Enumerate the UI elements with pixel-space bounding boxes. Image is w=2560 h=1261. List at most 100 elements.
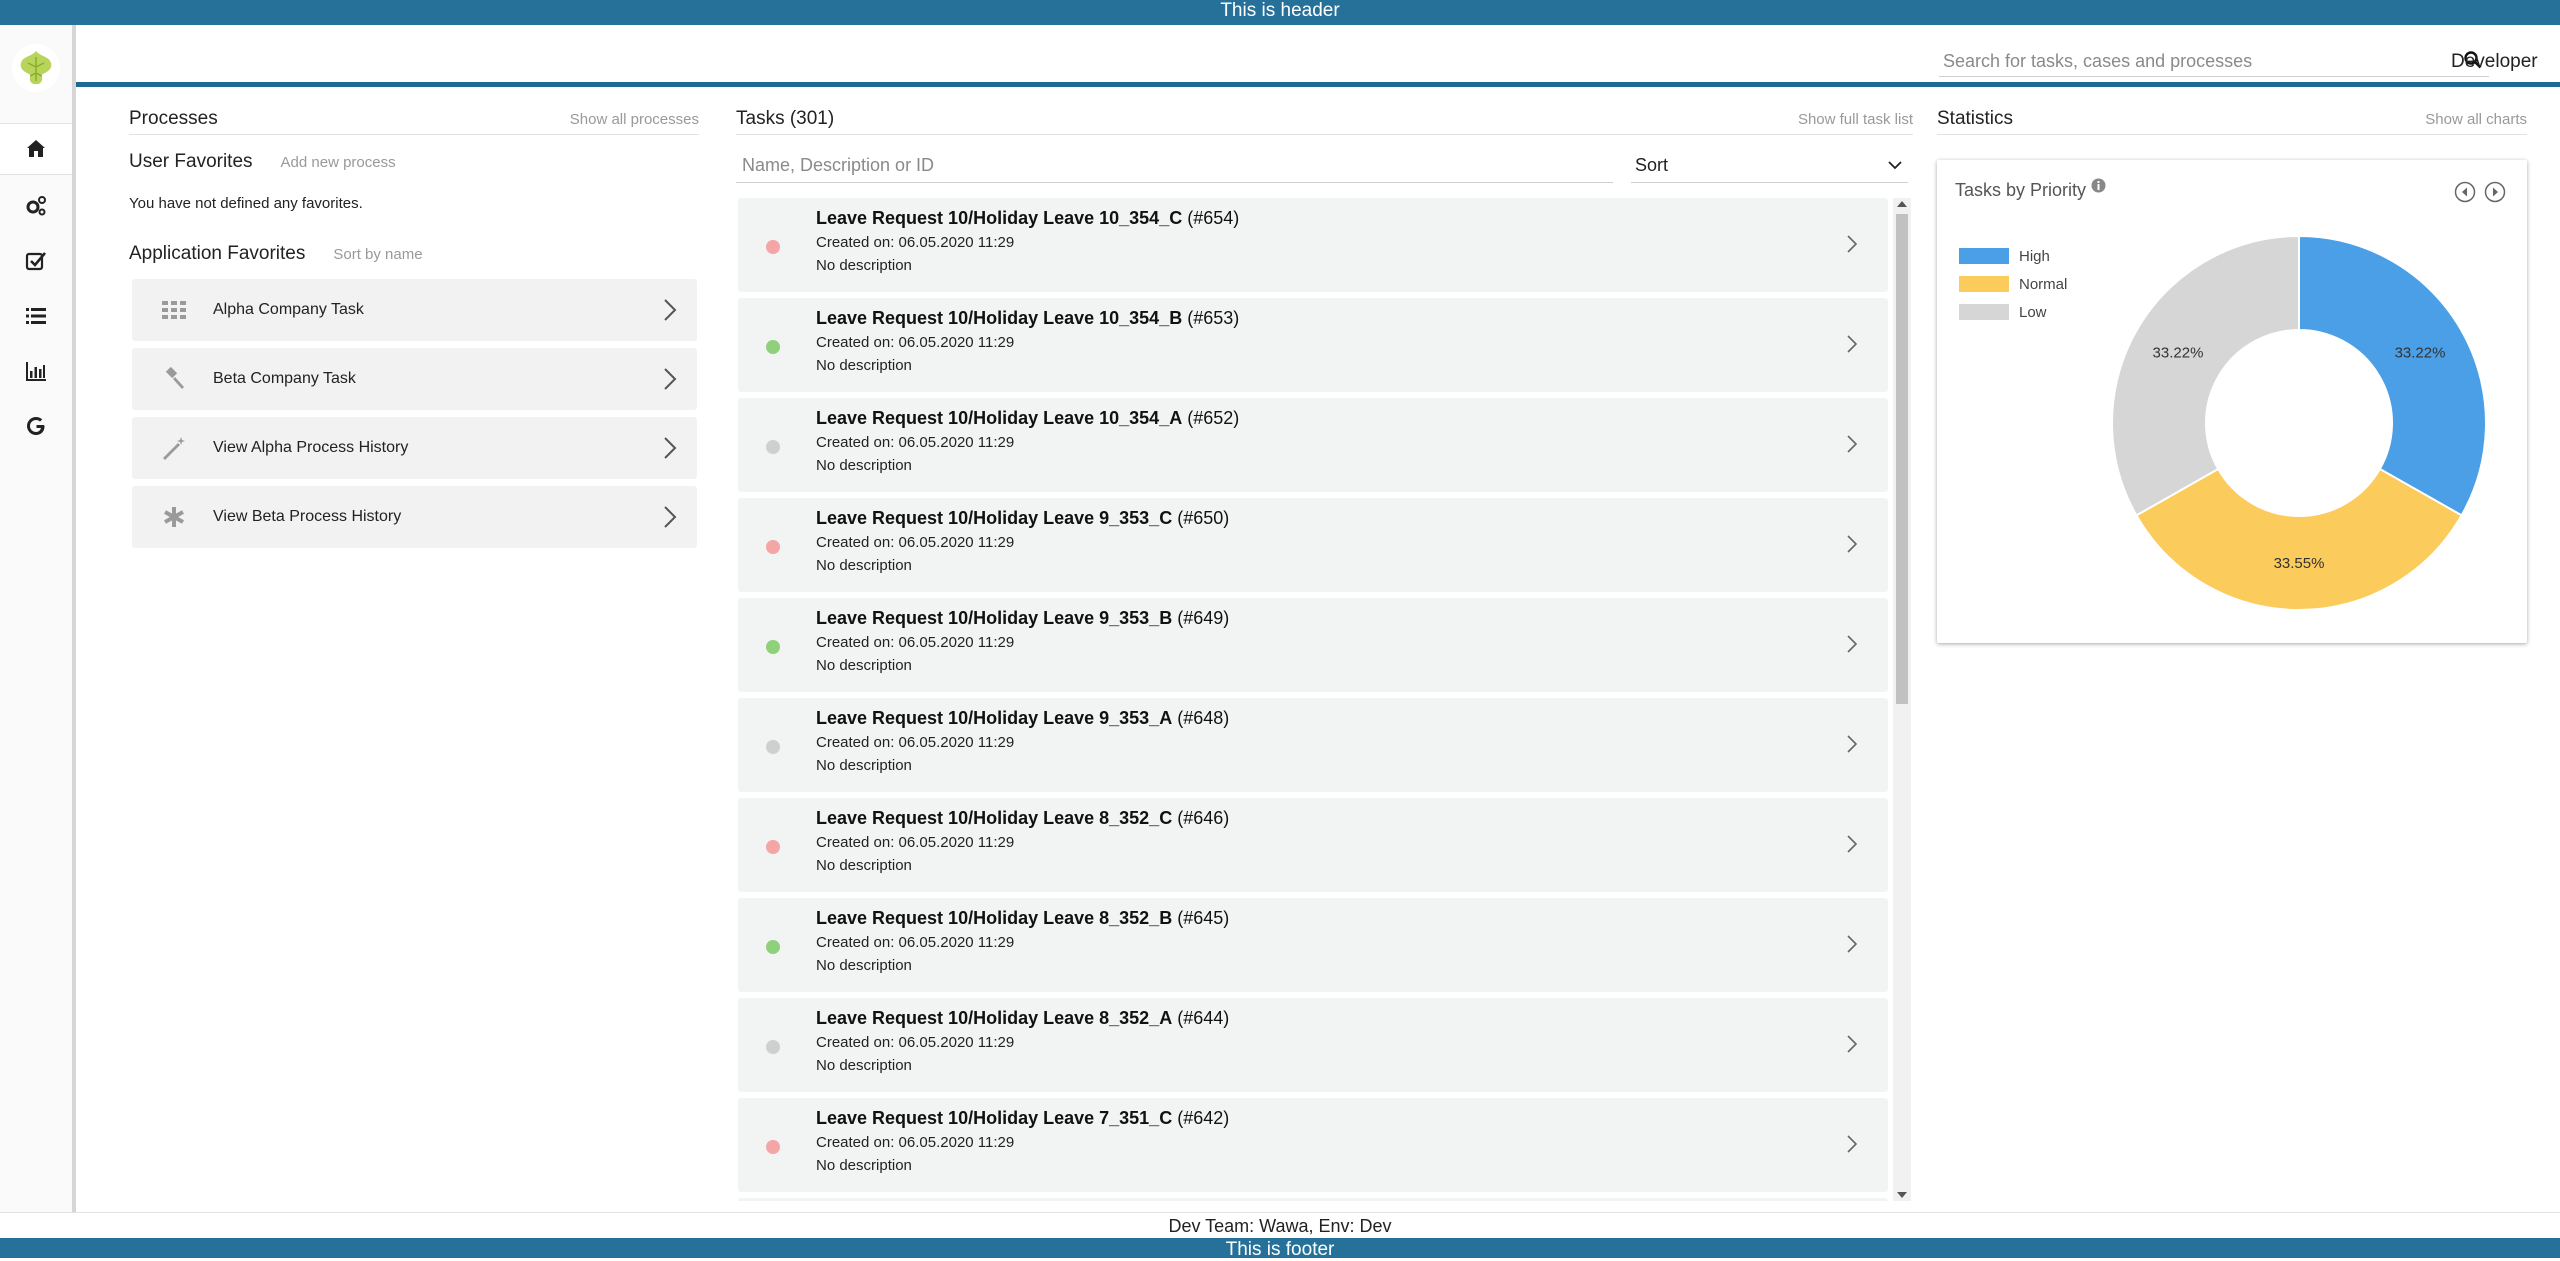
task-description: No description (816, 457, 912, 474)
chevron-right-icon (664, 368, 677, 390)
tasks-header: Tasks (301) Show full task list (736, 108, 1913, 135)
show-full-task-list-link[interactable]: Show full task list (1798, 111, 1913, 128)
task-description: No description (816, 1157, 912, 1174)
search-input[interactable] (1939, 47, 2429, 75)
no-favorites-message: You have not defined any favorites. (129, 195, 363, 212)
sort-by-name-link[interactable]: Sort by name (333, 246, 422, 263)
task-item[interactable]: Leave Request 10/Holiday Leave 8_352_C (… (738, 798, 1888, 892)
task-item[interactable]: Leave Request 10/Holiday Leave 10_354_A … (738, 398, 1888, 492)
task-id: (#650) (1177, 508, 1230, 528)
legend-swatch (1959, 276, 2009, 292)
task-item[interactable]: Leave Request 10/Holiday Leave 10_354_C … (738, 198, 1888, 292)
scroll-down-arrow[interactable] (1897, 1192, 1907, 1198)
task-item[interactable]: Leave Request 10/Holiday Leave 9_353_A (… (738, 698, 1888, 792)
task-name: Leave Request 10/Holiday Leave 7_351_C (816, 1108, 1173, 1128)
processes-panel: Processes Show all processes User Favori… (129, 108, 699, 548)
task-created-date: Created on: 06.05.2020 11:29 (816, 634, 1015, 651)
add-new-process-link[interactable]: Add new process (281, 154, 396, 171)
app-favorite-item[interactable]: View Beta Process History (132, 486, 697, 548)
slice-value-label: 33.55% (2274, 555, 2325, 572)
home-icon (27, 140, 45, 157)
task-name: Leave Request 10/Holiday Leave 10_354_B (816, 308, 1183, 328)
slice-value-label: 33.22% (2153, 345, 2204, 362)
user-menu[interactable]: Developer (2451, 51, 2538, 73)
donut-slice[interactable] (2111, 234, 2300, 517)
legend-item[interactable]: High (1959, 242, 2067, 270)
priority-indicator (766, 1140, 780, 1154)
task-item[interactable]: Leave Request 10/Holiday Leave 8_352_A (… (738, 998, 1888, 1092)
task-created-date: Created on: 06.05.2020 11:29 (816, 534, 1015, 551)
chart-next-icon[interactable] (2484, 181, 2506, 203)
chevron-right-icon (1847, 435, 1858, 453)
app-favorite-label: View Beta Process History (213, 508, 402, 525)
task-item[interactable]: Leave Request 10/Holiday Leave 9_353_C (… (738, 498, 1888, 592)
rail-home-button[interactable] (0, 123, 72, 175)
priority-indicator (766, 340, 780, 354)
donut-slice[interactable] (2298, 234, 2487, 517)
task-item[interactable] (738, 1198, 1888, 1201)
task-name: Leave Request 10/Holiday Leave 9_353_A (816, 708, 1173, 728)
priority-indicator (766, 640, 780, 654)
task-filter-row: Sort (736, 149, 1913, 183)
task-check-icon (25, 252, 46, 271)
rail-cases-button[interactable] (0, 290, 72, 342)
task-description: No description (816, 257, 912, 274)
application-favorites-title: Application Favorites (129, 243, 306, 264)
slice-value-label: 33.22% (2395, 345, 2446, 362)
environment-info: Dev Team: Wawa, Env: Dev (0, 1212, 2560, 1238)
list-icon (26, 308, 46, 324)
task-filter-input[interactable] (736, 149, 1613, 181)
sort-label: Sort (1635, 155, 1669, 175)
rail-processes-button[interactable] (0, 180, 72, 232)
show-all-charts-link[interactable]: Show all charts (2425, 111, 2527, 128)
task-name: Leave Request 10/Holiday Leave 9_353_B (816, 608, 1173, 628)
task-created-date: Created on: 06.05.2020 11:29 (816, 734, 1015, 751)
chevron-right-icon (1847, 935, 1858, 953)
chevron-right-icon (664, 506, 677, 528)
chart-prev-icon[interactable] (2454, 181, 2476, 203)
priority-indicator (766, 240, 780, 254)
chart-title: Tasks by Priority (1955, 180, 2087, 200)
scroll-up-arrow[interactable] (1897, 201, 1907, 207)
chevron-down-icon (1888, 161, 1902, 170)
legend-label: High (2019, 247, 2050, 265)
tasks-title: Tasks (301) (736, 108, 835, 129)
global-search[interactable] (1939, 47, 2489, 77)
chevron-right-icon (1847, 235, 1858, 253)
rail-tasks-button[interactable] (0, 235, 72, 287)
task-item[interactable]: Leave Request 10/Holiday Leave 9_353_B (… (738, 598, 1888, 692)
app-favorite-item[interactable]: Beta Company Task (132, 348, 697, 410)
app-favorite-item[interactable]: View Alpha Process History (132, 417, 697, 479)
chevron-right-icon (1847, 735, 1858, 753)
donut-slice[interactable] (2135, 467, 2463, 611)
task-id: (#645) (1177, 908, 1230, 928)
statistics-panel: Statistics Show all charts (1937, 108, 2527, 135)
task-description: No description (816, 357, 912, 374)
top-header: Developer (76, 25, 2560, 87)
task-item[interactable]: Leave Request 10/Holiday Leave 8_352_B (… (738, 898, 1888, 992)
chevron-right-icon (1847, 835, 1858, 853)
application-favorites-list: Alpha Company Task Beta Company Task Vie… (129, 279, 699, 548)
show-all-processes-link[interactable]: Show all processes (570, 111, 699, 128)
task-id: (#644) (1177, 1008, 1230, 1028)
app-logo-icon[interactable] (11, 43, 61, 93)
task-list-scrollbar[interactable] (1893, 198, 1911, 1201)
task-description: No description (816, 557, 912, 574)
task-id: (#649) (1177, 608, 1230, 628)
sort-dropdown[interactable]: Sort (1631, 149, 1908, 183)
legend-item[interactable]: Low (1959, 298, 2067, 326)
legend-item[interactable]: Normal (1959, 270, 2067, 298)
task-id: (#654) (1187, 208, 1240, 228)
task-list: Leave Request 10/Holiday Leave 7_351_C (… (736, 198, 1913, 1201)
rail-google-button[interactable] (0, 400, 72, 452)
tasks-by-priority-card: 33.22% 33.55% 33.22% Tasks by Priority Hig… (1937, 160, 2527, 643)
rail-statistics-button[interactable] (0, 345, 72, 397)
chart-legend: High Normal Low (1959, 242, 2067, 326)
task-item[interactable]: Leave Request 10/Holiday Leave 10_354_B … (738, 298, 1888, 392)
task-description: No description (816, 1057, 912, 1074)
app-favorite-item[interactable]: Alpha Company Task (132, 279, 697, 341)
task-created-date: Created on: 06.05.2020 11:29 (816, 434, 1015, 451)
info-icon[interactable] (2091, 178, 2106, 193)
scroll-thumb[interactable] (1896, 214, 1908, 704)
task-item[interactable]: Leave Request 10/Holiday Leave 7_351_C (… (738, 1098, 1888, 1192)
